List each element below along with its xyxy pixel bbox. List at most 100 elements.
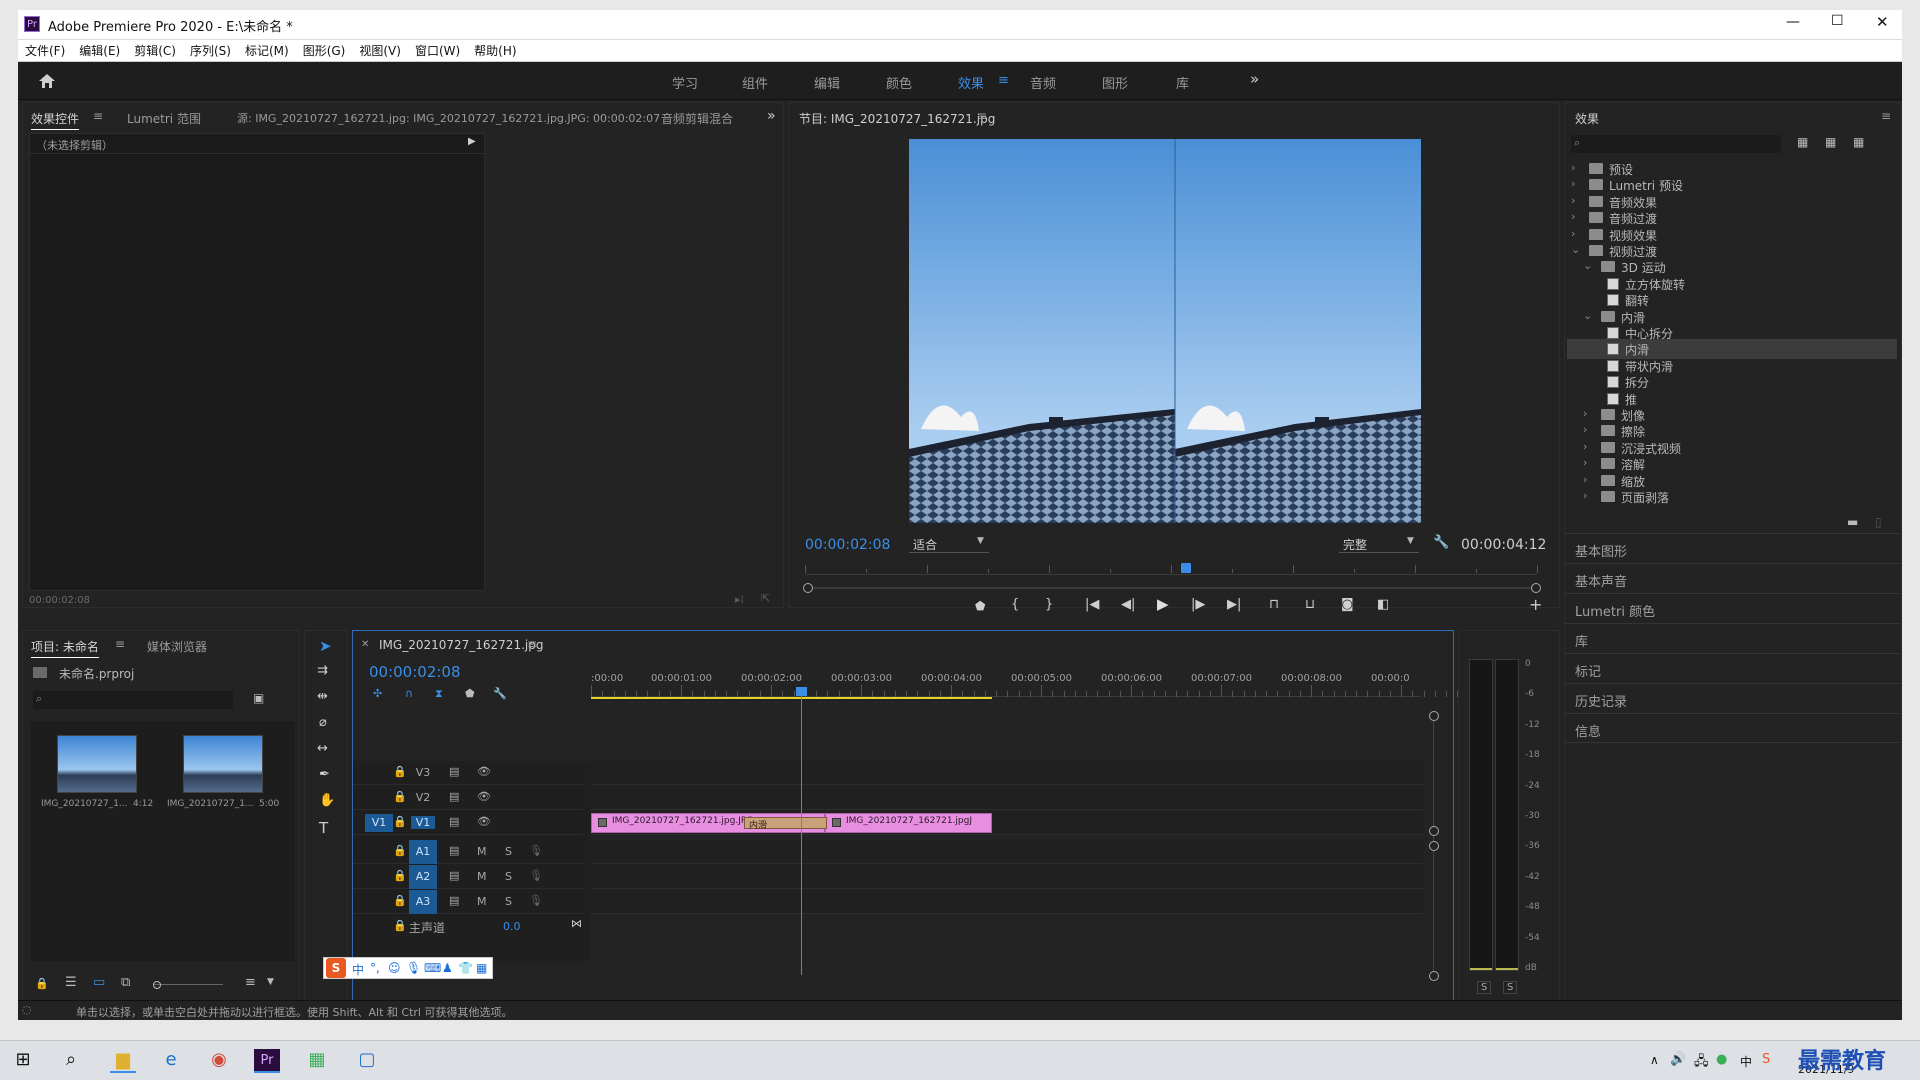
- tab-lumetri-scopes[interactable]: Lumetri 范围: [127, 110, 201, 127]
- side-panel-markers[interactable]: 标记: [1565, 653, 1901, 683]
- chevron-right-icon[interactable]: ›: [1571, 210, 1583, 223]
- snap-icon[interactable]: ∩: [405, 687, 413, 700]
- nest-toggle-icon[interactable]: ✣: [373, 687, 382, 700]
- chevron-right-icon[interactable]: ›: [1583, 407, 1595, 420]
- play-icon[interactable]: ▶: [1157, 595, 1169, 613]
- ime-menu-icon[interactable]: ▦: [476, 961, 487, 975]
- yuv-effects-icon[interactable]: ▦: [1853, 135, 1864, 149]
- wrench-icon[interactable]: 🔧: [493, 687, 507, 700]
- thumb-size-slider[interactable]: [153, 981, 223, 989]
- effects-folder[interactable]: › 页面剥落: [1567, 487, 1897, 507]
- workspace-tab-assembly[interactable]: 组件: [742, 73, 768, 92]
- eye-icon[interactable]: 👁: [477, 815, 491, 828]
- pen-tool-icon[interactable]: ✒: [319, 767, 330, 782]
- eye-icon[interactable]: 👁: [477, 765, 491, 778]
- track-name[interactable]: A3: [411, 895, 435, 908]
- solo-button[interactable]: S: [505, 870, 512, 883]
- chevron-down-icon[interactable]: ▼: [267, 977, 274, 987]
- menu-sequence[interactable]: 序列(S): [183, 40, 238, 62]
- slip-tool-icon[interactable]: ↔: [317, 741, 328, 756]
- effects-search[interactable]: ⌕: [1571, 135, 1781, 153]
- timeline-playhead[interactable]: [795, 687, 807, 975]
- tray-app-icon[interactable]: ●: [1716, 1052, 1727, 1067]
- tab-audio-clip-mixer[interactable]: 音频剪辑混合: [661, 110, 733, 127]
- freeform-view-icon[interactable]: ⧉: [121, 975, 130, 990]
- track-name[interactable]: V3: [411, 766, 435, 779]
- chevron-down-icon[interactable]: ⌄: [1583, 259, 1595, 272]
- mark-in-icon[interactable]: {: [1011, 597, 1019, 612]
- chevron-right-icon[interactable]: ›: [1571, 227, 1583, 240]
- chevron-right-icon[interactable]: ›: [1583, 473, 1595, 486]
- scroll-handle-right[interactable]: [1531, 583, 1541, 593]
- compare-view-icon[interactable]: ◧: [1377, 597, 1389, 612]
- menu-edit[interactable]: 编辑(E): [72, 40, 127, 62]
- track-name[interactable]: V2: [411, 791, 435, 804]
- chevron-right-icon[interactable]: ›: [1583, 440, 1595, 453]
- zoom-select[interactable]: 适合 ▼: [909, 535, 989, 553]
- tab-source-monitor[interactable]: 源: IMG_20210727_162721.jpg: IMG_20210727…: [237, 110, 660, 126]
- lock-icon[interactable]: 🔒: [393, 844, 407, 857]
- hand-tool-icon[interactable]: ✋: [319, 793, 335, 808]
- workspace-tab-color[interactable]: 颜色: [886, 73, 912, 92]
- master-volume[interactable]: 0.0: [503, 920, 521, 933]
- tray-sogou-icon[interactable]: S: [1762, 1052, 1770, 1067]
- trash-icon[interactable]: ▯: [1875, 515, 1882, 529]
- chevron-right-icon[interactable]: ›: [1583, 423, 1595, 436]
- ime-voice-icon[interactable]: 🎙: [406, 961, 421, 975]
- step-forward-icon[interactable]: |▶: [1191, 597, 1205, 612]
- lock-icon[interactable]: 🔒: [393, 815, 407, 828]
- lock-icon[interactable]: 🔒: [393, 894, 407, 907]
- extract-icon[interactable]: ⊔: [1305, 597, 1315, 612]
- workspace-tab-learning[interactable]: 学习: [672, 73, 698, 92]
- new-bin-icon[interactable]: ▬: [1847, 515, 1858, 529]
- panel-overflow-icon[interactable]: »: [767, 108, 776, 124]
- chevron-right-icon[interactable]: ›: [1583, 456, 1595, 469]
- accelerated-effects-icon[interactable]: ▦: [1797, 135, 1808, 149]
- tray-volume-icon[interactable]: 🔊: [1670, 1052, 1686, 1067]
- lock-icon[interactable]: 🔒: [393, 919, 407, 932]
- new-bin-from-search-icon[interactable]: ▣: [253, 691, 264, 705]
- transition-clip[interactable]: 内滑: [744, 817, 827, 831]
- workspace-tab-effects[interactable]: 效果: [958, 73, 984, 92]
- scroll-handle-top[interactable]: [1429, 711, 1439, 721]
- paint-icon[interactable]: ▦: [304, 1049, 330, 1073]
- side-panel-essential-sound[interactable]: 基本声音: [1565, 563, 1901, 593]
- file-explorer-icon[interactable]: ▆: [110, 1049, 136, 1073]
- go-to-in-icon[interactable]: |◀: [1085, 597, 1099, 612]
- toggle-sync-icon[interactable]: ▤: [449, 790, 459, 803]
- app-tablet-icon[interactable]: ▢: [354, 1049, 380, 1073]
- playhead-handle[interactable]: [795, 687, 807, 696]
- selection-tool-icon[interactable]: ➤: [319, 637, 332, 655]
- toggle-sync-icon[interactable]: ▤: [449, 844, 459, 857]
- panel-menu-icon[interactable]: ≡: [527, 637, 537, 651]
- maximize-button[interactable]: ☐: [1831, 13, 1844, 29]
- program-monitor-title[interactable]: 节目: IMG_20210727_162721.jpg: [799, 110, 995, 127]
- minimize-button[interactable]: —: [1786, 14, 1800, 30]
- video-clip[interactable]: IMG_20210727_162721.jpgJ: [825, 813, 992, 833]
- lock-icon[interactable]: 🔒: [393, 790, 407, 803]
- ime-keyboard-icon[interactable]: ⌨: [424, 961, 441, 975]
- solo-button[interactable]: S: [505, 845, 512, 858]
- menu-file[interactable]: 文件(F): [18, 40, 72, 62]
- program-zoom-scrollbar[interactable]: [803, 583, 1543, 593]
- project-search-input[interactable]: [49, 691, 229, 709]
- microphone-icon[interactable]: 🎙: [529, 844, 543, 857]
- home-icon[interactable]: [38, 72, 56, 90]
- icon-view-icon[interactable]: ▭: [93, 975, 105, 990]
- panel-menu-icon[interactable]: ≡: [93, 109, 103, 123]
- eye-icon[interactable]: 👁: [477, 790, 491, 803]
- tray-network-icon[interactable]: 🖧: [1694, 1052, 1709, 1074]
- mute-button[interactable]: M: [477, 845, 487, 858]
- project-search[interactable]: ⌕: [33, 691, 233, 709]
- tray-chevron-up-icon[interactable]: ∧: [1650, 1053, 1659, 1067]
- step-back-icon[interactable]: ◀|: [1121, 597, 1135, 612]
- slider-handle[interactable]: [153, 981, 161, 989]
- track-name[interactable]: A1: [411, 845, 435, 858]
- scroll-handle-mid[interactable]: [1429, 826, 1439, 836]
- mute-button[interactable]: M: [477, 870, 487, 883]
- workspace-more-icon[interactable]: »: [1250, 70, 1259, 88]
- program-playhead[interactable]: [1180, 563, 1191, 573]
- panel-menu-icon[interactable]: ≡: [1881, 109, 1891, 123]
- search-icon[interactable]: ⌕: [58, 1049, 84, 1073]
- menu-window[interactable]: 窗口(W): [408, 40, 467, 62]
